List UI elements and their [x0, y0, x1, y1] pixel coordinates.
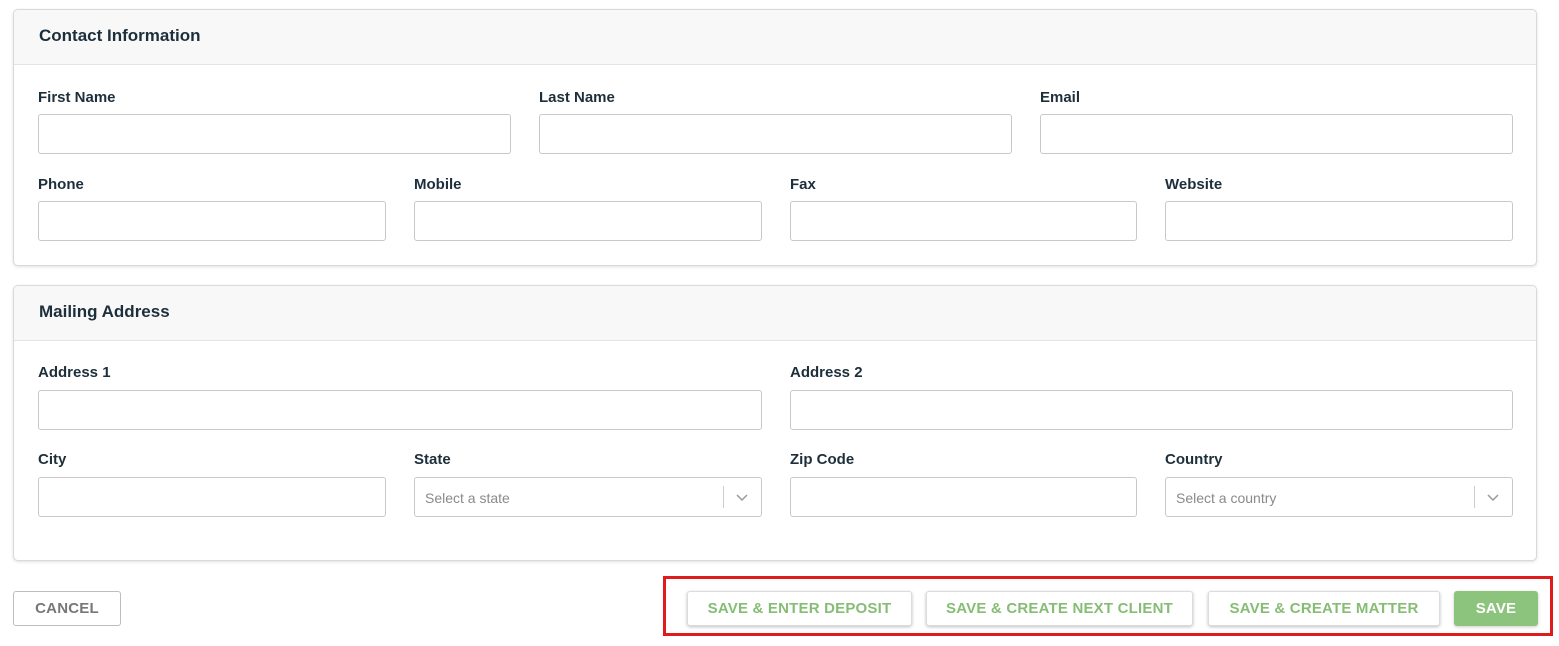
chevron-down-icon[interactable] [1487, 491, 1499, 503]
fax-input[interactable] [790, 201, 1137, 241]
contact-information-card: Contact Information First Name Last Name… [13, 9, 1537, 266]
address1-label: Address 1 [38, 364, 111, 381]
address2-input[interactable] [790, 390, 1513, 430]
state-select-placeholder: Select a state [425, 490, 510, 506]
state-select-divider [723, 486, 724, 508]
address1-input[interactable] [38, 390, 762, 430]
chevron-down-icon[interactable] [736, 491, 748, 503]
city-label: City [38, 451, 67, 468]
mailing-address-header: Mailing Address [14, 286, 1536, 341]
country-label: Country [1165, 451, 1223, 468]
cancel-button[interactable]: CANCEL [13, 591, 121, 626]
state-select[interactable]: Select a state [414, 477, 762, 517]
phone-input[interactable] [38, 201, 386, 241]
last-name-label: Last Name [539, 89, 615, 106]
email-label: Email [1040, 89, 1081, 106]
website-label: Website [1165, 176, 1223, 193]
country-select-placeholder: Select a country [1176, 490, 1277, 506]
country-select-divider [1474, 486, 1475, 508]
email-input[interactable] [1040, 114, 1513, 154]
state-label: State [414, 451, 451, 468]
mobile-label: Mobile [414, 176, 462, 193]
first-name-label: First Name [38, 89, 116, 106]
contact-information-title: Contact Information [39, 26, 201, 45]
website-input[interactable] [1165, 201, 1513, 241]
contact-information-header: Contact Information [14, 10, 1536, 65]
fax-label: Fax [790, 176, 816, 193]
country-select[interactable]: Select a country [1165, 477, 1513, 517]
last-name-input[interactable] [539, 114, 1012, 154]
first-name-input[interactable] [38, 114, 511, 154]
zip-code-input[interactable] [790, 477, 1137, 517]
save-create-matter-button[interactable]: SAVE & CREATE MATTER [1208, 591, 1440, 626]
mailing-address-card: Mailing Address Address 1 Address 2 City… [13, 285, 1537, 561]
mailing-address-title: Mailing Address [39, 302, 170, 321]
zip-code-label: Zip Code [790, 451, 855, 468]
save-enter-deposit-button[interactable]: SAVE & ENTER DEPOSIT [687, 591, 912, 626]
save-create-next-client-button[interactable]: SAVE & CREATE NEXT CLIENT [926, 591, 1193, 626]
address2-label: Address 2 [790, 364, 863, 381]
save-button[interactable]: SAVE [1454, 591, 1538, 626]
mobile-input[interactable] [414, 201, 762, 241]
city-input[interactable] [38, 477, 386, 517]
phone-label: Phone [38, 176, 84, 193]
